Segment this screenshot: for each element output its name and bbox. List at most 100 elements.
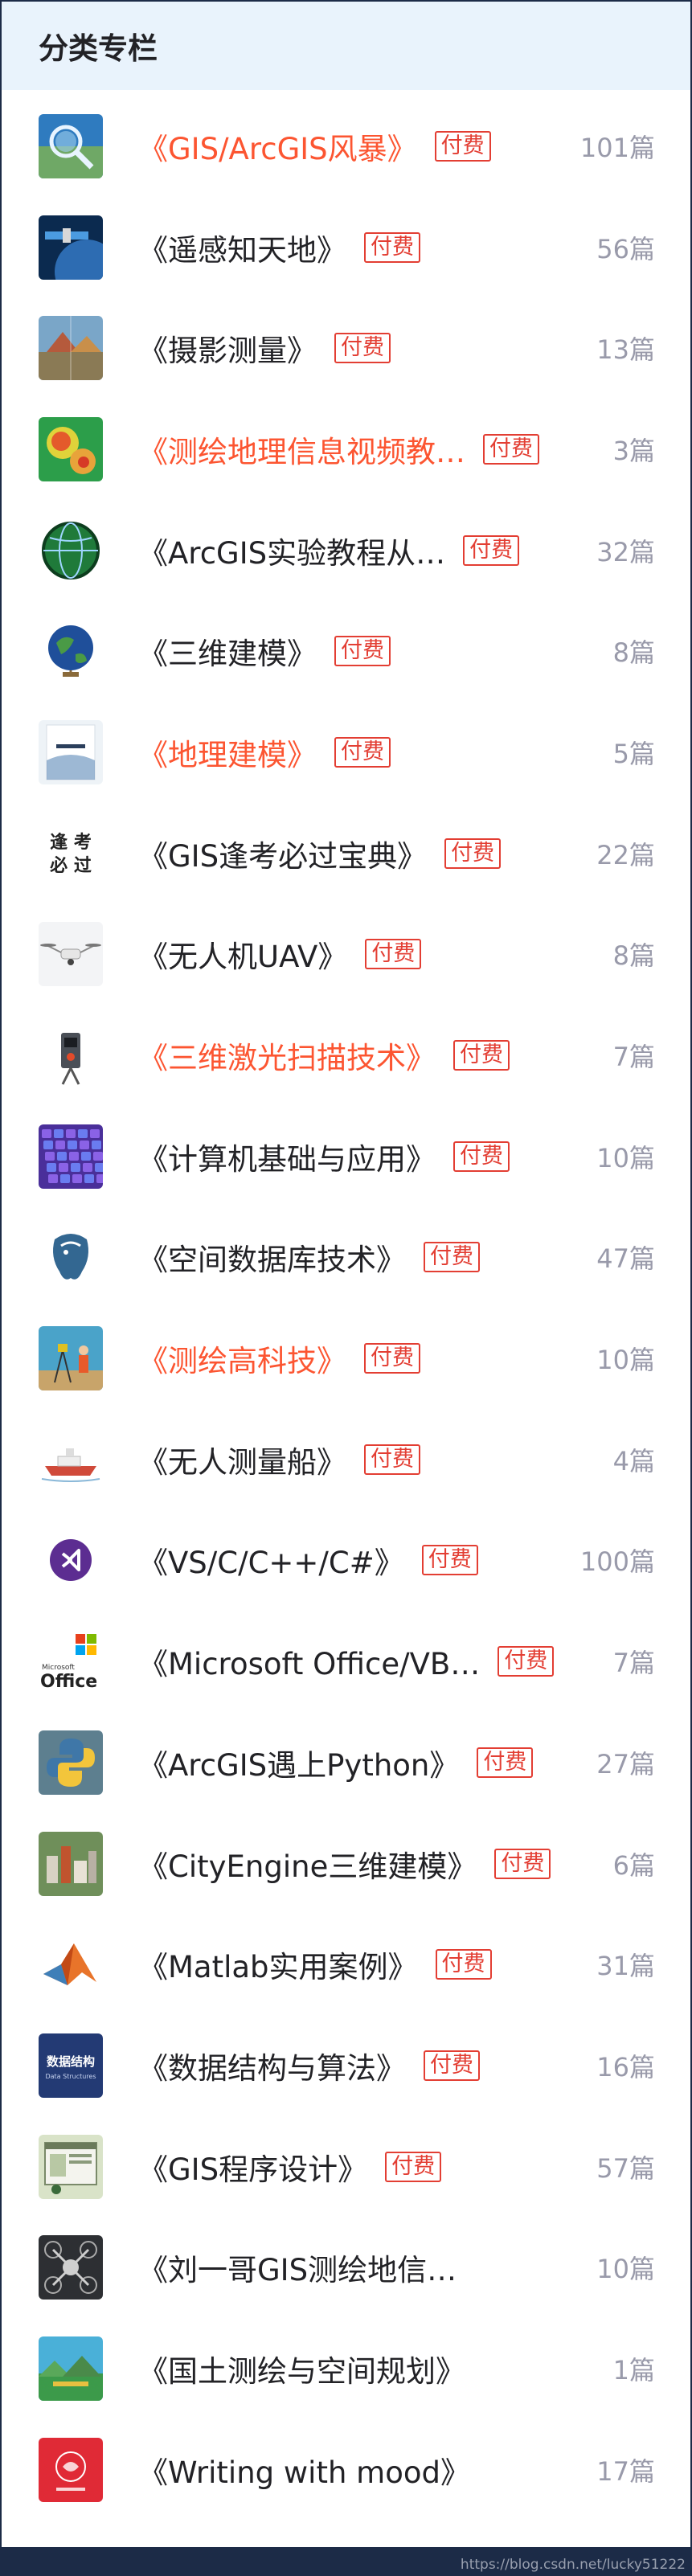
- column-list-item[interactable]: 《无人机UAV》 付费 8篇: [2, 904, 690, 1005]
- column-title-link[interactable]: 《地理建模》: [138, 731, 317, 774]
- column-title-link[interactable]: 《空间数据库技术》: [138, 1235, 406, 1279]
- boat-icon: [39, 1427, 103, 1492]
- paid-badge: 付费: [424, 1242, 480, 1273]
- column-title-link[interactable]: 《三维建模》: [138, 629, 317, 673]
- landscape-icon: [39, 2336, 103, 2401]
- column-list-item[interactable]: 《摄影测量》 付费 13篇: [2, 297, 690, 399]
- column-list-item[interactable]: 《计算机基础与应用》 付费 10篇: [2, 1106, 690, 1207]
- article-count: 8篇: [612, 637, 655, 669]
- article-count: 57篇: [596, 2152, 655, 2184]
- column-list-item[interactable]: 《Writing with mood》 17篇: [2, 2419, 690, 2521]
- column-list-item[interactable]: 《地理建模》 付费 5篇: [2, 702, 690, 803]
- book-cover-icon: [39, 719, 103, 784]
- office-logo-icon: Microsoft Office: [39, 1629, 103, 1694]
- column-title-link[interactable]: 《CityEngine三维建模》: [138, 1842, 477, 1886]
- paid-badge: 付费: [385, 2151, 442, 2182]
- column-list-item[interactable]: 《VS/C/C++/C#》 付费 100篇: [2, 1510, 690, 1612]
- paid-badge: 付费: [483, 433, 539, 465]
- column-title-link[interactable]: 《Matlab实用案例》: [138, 1943, 418, 1986]
- column-title-link[interactable]: 《数据结构与算法》: [138, 2044, 406, 2087]
- column-title-link[interactable]: 《Microsoft Office/VB…: [138, 1640, 480, 1683]
- column-title-wrap: 《VS/C/C++/C#》 付费: [138, 1538, 655, 1582]
- exam-text-icon: 逢 考必 过: [39, 821, 103, 886]
- column-title-link[interactable]: 《GIS逢考必过宝典》: [138, 832, 427, 875]
- column-list-item[interactable]: 《GIS/ArcGIS风暴》 付费 101篇: [2, 96, 690, 197]
- red-book-icon: [39, 2437, 103, 2502]
- column-title-wrap: 《ArcGIS实验教程从… 付费: [138, 529, 655, 572]
- column-title-link[interactable]: 《VS/C/C++/C#》: [138, 1538, 404, 1582]
- panel-header: 分类专栏: [2, 2, 690, 90]
- article-count: 13篇: [596, 334, 655, 366]
- column-title-link[interactable]: 《ArcGIS遇上Python》: [138, 1741, 459, 1784]
- column-title-link[interactable]: 《三维激光扫描技术》: [138, 1034, 436, 1077]
- terrain-map-icon: [39, 416, 103, 481]
- column-title-wrap: 《GIS/ArcGIS风暴》 付费: [138, 125, 655, 168]
- paid-badge: 付费: [453, 1040, 510, 1071]
- article-count: 4篇: [612, 1445, 655, 1476]
- article-count: 47篇: [596, 1243, 655, 1275]
- column-list-item[interactable]: 《无人测量船》 付费 4篇: [2, 1409, 690, 1510]
- column-list-item[interactable]: 《刘一哥GIS测绘地信… 10篇: [2, 2217, 690, 2318]
- keyboard-icon: [39, 1124, 103, 1189]
- column-title-link[interactable]: 《计算机基础与应用》: [138, 1135, 436, 1178]
- column-list-item[interactable]: 《空间数据库技术》 付费 47篇: [2, 1207, 690, 1308]
- column-list-item[interactable]: 《Matlab实用案例》 付费 31篇: [2, 1914, 690, 2015]
- column-list-item[interactable]: 《测绘高科技》 付费 10篇: [2, 1308, 690, 1409]
- article-count: 7篇: [612, 1648, 655, 1679]
- column-list: 《GIS/ArcGIS风暴》 付费 101篇 《遥感知天地》 付费 56篇 《摄影测量》 付费…: [2, 90, 690, 2521]
- column-title-link[interactable]: 《Writing with mood》: [138, 2448, 470, 2492]
- article-count: 3篇: [612, 435, 655, 466]
- column-list-item[interactable]: 《ArcGIS遇上Python》 付费 27篇: [2, 1712, 690, 1813]
- column-list-item[interactable]: 《ArcGIS实验教程从… 付费 32篇: [2, 500, 690, 601]
- article-count: 17篇: [596, 2455, 655, 2487]
- column-title-link[interactable]: 《GIS/ArcGIS风暴》: [138, 125, 417, 168]
- column-list-item[interactable]: 《遥感知天地》 付费 56篇: [2, 197, 690, 298]
- article-count: 27篇: [596, 1748, 655, 1779]
- column-list-item[interactable]: 逢 考必 过《GIS逢考必过宝典》 付费 22篇: [2, 803, 690, 904]
- column-title-wrap: 《计算机基础与应用》 付费: [138, 1135, 655, 1178]
- column-list-item[interactable]: Microsoft Office 《Microsoft Office/VB… 付费 7篇: [2, 1611, 690, 1712]
- column-list-item[interactable]: 数据结构 Data Structures 《数据结构与算法》 付费 16篇: [2, 2015, 690, 2116]
- column-title-wrap: 《空间数据库技术》 付费: [138, 1235, 655, 1279]
- column-title-wrap: 《ArcGIS遇上Python》 付费: [138, 1741, 655, 1784]
- column-title-link[interactable]: 《测绘高科技》: [138, 1337, 346, 1380]
- svg-text:Data Structures: Data Structures: [45, 2073, 96, 2080]
- column-title-link[interactable]: 《无人测量船》: [138, 1438, 346, 1481]
- column-title-wrap: 《数据结构与算法》 付费: [138, 2044, 655, 2087]
- column-title-link[interactable]: 《测绘地理信息视频教…: [138, 428, 465, 471]
- visual-studio-icon: [39, 1528, 103, 1593]
- column-list-item[interactable]: 《GIS程序设计》 付费 57篇: [2, 2116, 690, 2218]
- article-count: 32篇: [596, 536, 655, 567]
- column-title-link[interactable]: 《摄影测量》: [138, 326, 317, 370]
- column-list-item[interactable]: 《国土测绘与空间规划》 1篇: [2, 2318, 690, 2419]
- column-title-wrap: 《GIS程序设计》 付费: [138, 2145, 655, 2189]
- photogrammetry-icon: [39, 316, 103, 381]
- column-list-item[interactable]: 《测绘地理信息视频教… 付费 3篇: [2, 399, 690, 500]
- drone-icon: [39, 922, 103, 987]
- column-title-link[interactable]: 《ArcGIS实验教程从…: [138, 529, 445, 572]
- globe-icon: [39, 619, 103, 684]
- column-title-link[interactable]: 《无人机UAV》: [138, 932, 347, 976]
- article-count: 56篇: [596, 233, 655, 264]
- svg-text:必 过: 必 过: [50, 855, 92, 876]
- paid-badge: 付费: [477, 1747, 534, 1778]
- paid-badge: 付费: [435, 1949, 492, 1980]
- column-title-link[interactable]: 《刘一哥GIS测绘地信…: [138, 2246, 457, 2289]
- svg-text:数据结构: 数据结构: [47, 2054, 95, 2069]
- column-title-wrap: 《地理建模》 付费: [138, 731, 655, 774]
- article-count: 8篇: [612, 940, 655, 972]
- paid-badge: 付费: [498, 1646, 555, 1677]
- postgresql-icon: [39, 1225, 103, 1290]
- paid-badge: 付费: [421, 1545, 478, 1576]
- article-count: 10篇: [596, 2254, 655, 2285]
- column-title-link[interactable]: 《国土测绘与空间规划》: [138, 2347, 465, 2390]
- column-list-item[interactable]: 《三维激光扫描技术》 付费 7篇: [2, 1005, 690, 1106]
- paid-badge: 付费: [444, 838, 502, 869]
- column-list-item[interactable]: 《CityEngine三维建模》 付费 6篇: [2, 1813, 690, 1915]
- article-count: 1篇: [612, 2354, 655, 2386]
- paid-badge: 付费: [334, 333, 391, 364]
- column-title-wrap: 《测绘地理信息视频教… 付费: [138, 428, 655, 471]
- column-title-link[interactable]: 《遥感知天地》: [138, 226, 346, 269]
- column-list-item[interactable]: 《三维建模》 付费 8篇: [2, 600, 690, 702]
- column-title-link[interactable]: 《GIS程序设计》: [138, 2145, 367, 2189]
